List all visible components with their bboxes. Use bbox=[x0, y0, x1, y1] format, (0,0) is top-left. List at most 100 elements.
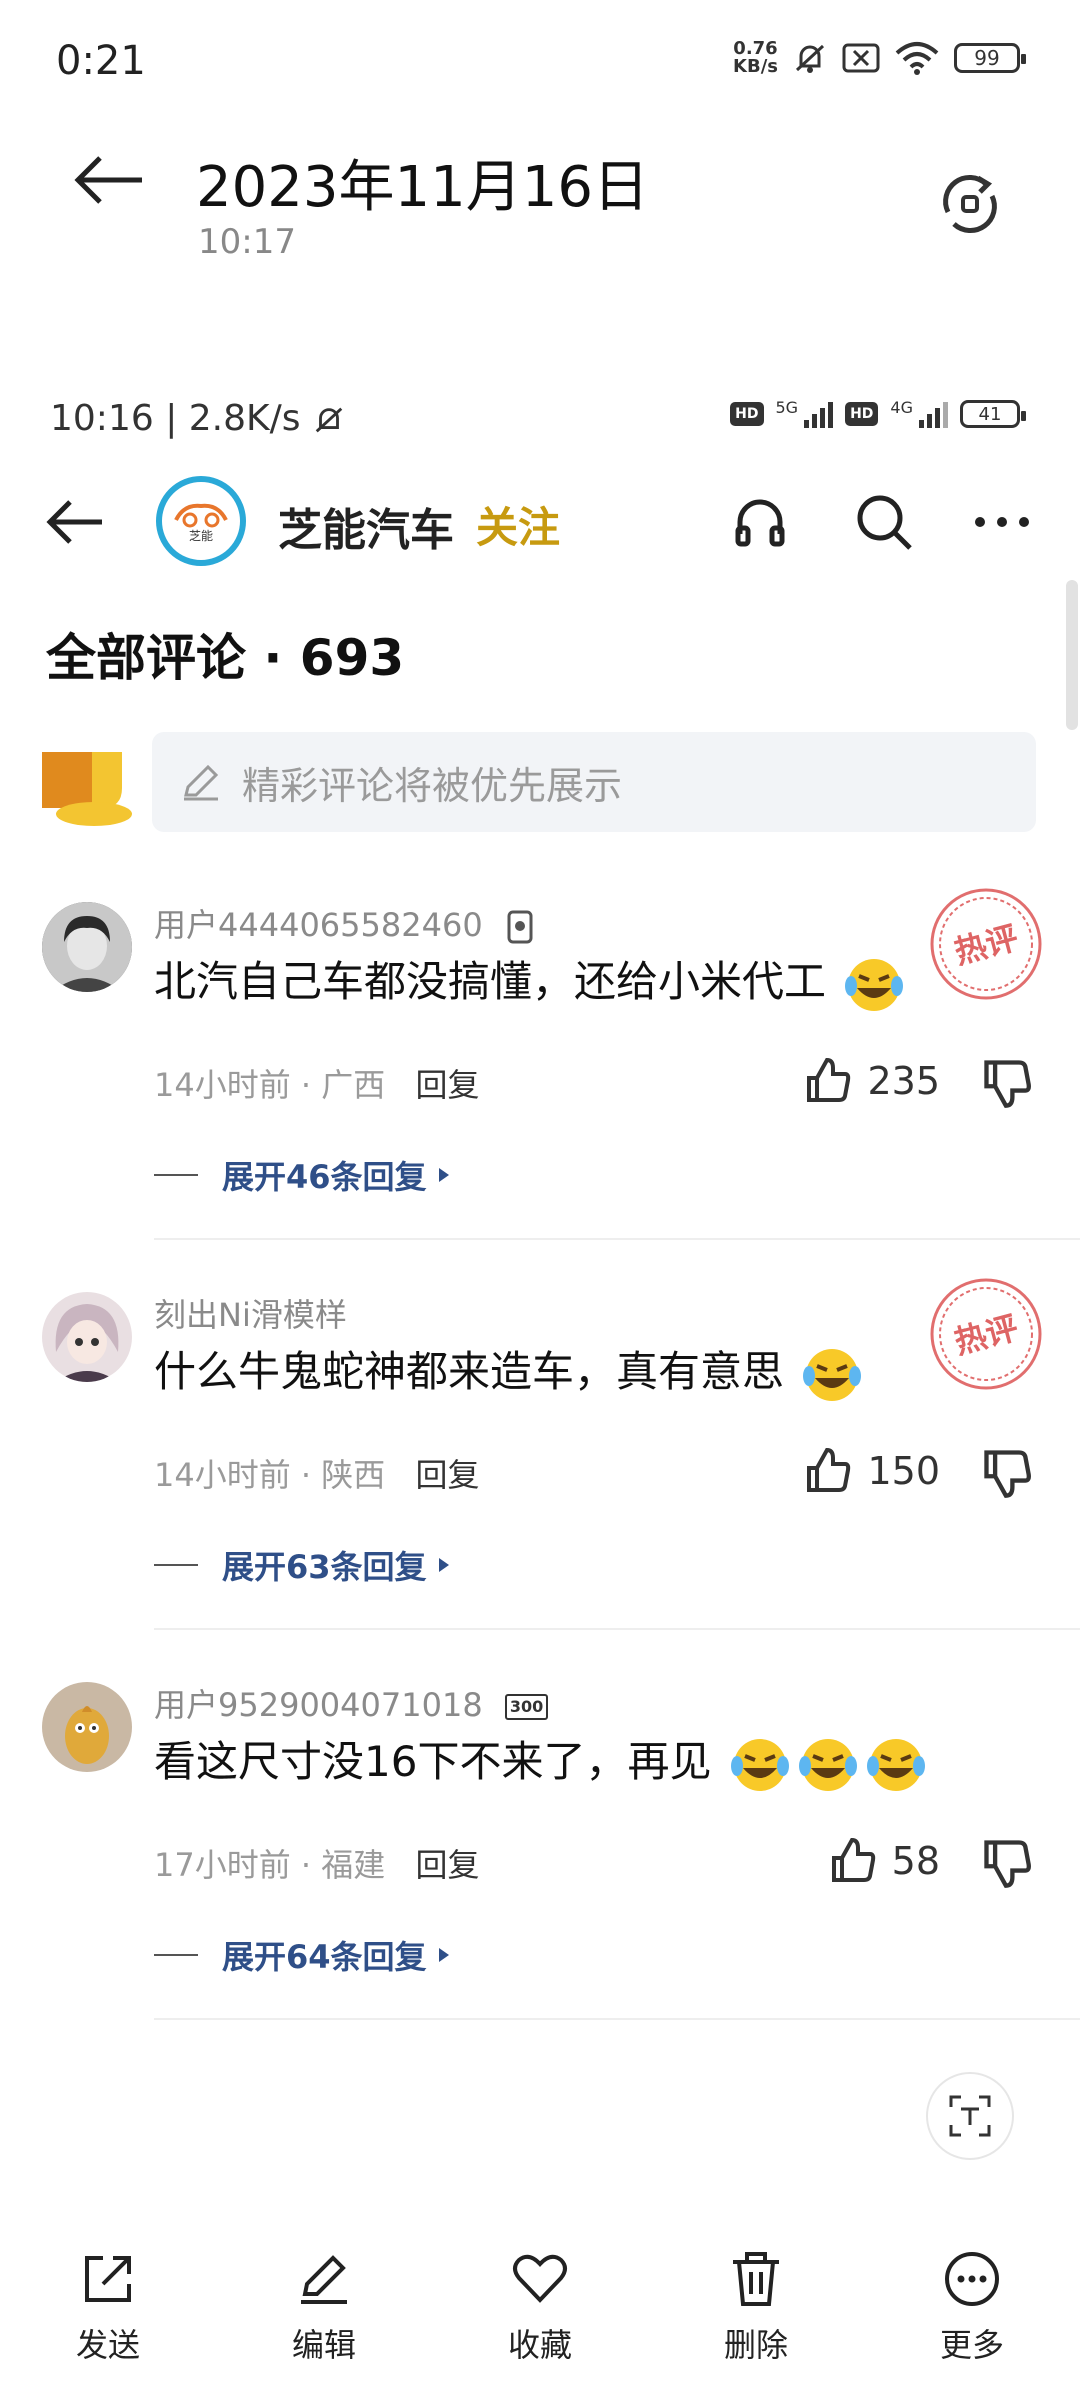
user-badge-300: 300 bbox=[504, 1694, 549, 1720]
inner-status-icons: HD 5G HD 4G 41 bbox=[730, 397, 1026, 428]
comment-text: 看这尺寸没16下不来了，再见 bbox=[154, 1728, 929, 1798]
expand-replies-link[interactable]: 展开64条回复 bbox=[154, 1932, 449, 1978]
account-logo[interactable]: 芝能 bbox=[156, 476, 246, 566]
text-recognition-button[interactable] bbox=[926, 2072, 1014, 2160]
comment-meta: 14小时前 · 陕西 回复 bbox=[154, 1456, 480, 1494]
heart-icon bbox=[513, 2254, 567, 2303]
username[interactable]: 用户9529004071018 300 bbox=[154, 1680, 549, 1726]
speed-unit: KB/s bbox=[733, 56, 778, 77]
follow-button[interactable]: 关注 bbox=[476, 494, 560, 555]
headphones-icon[interactable] bbox=[728, 490, 792, 554]
account-name[interactable]: 芝能汽车 bbox=[278, 494, 454, 558]
expand-label: 展开63条回复 bbox=[222, 1548, 427, 1586]
inner-status-time-speed: 10:16 | 2.8K/s bbox=[50, 398, 301, 439]
reply-button[interactable]: 回复 bbox=[415, 1066, 479, 1104]
username-text: 刻出Ni滑模样 bbox=[154, 1296, 347, 1334]
like-count: 150 bbox=[867, 1449, 940, 1493]
toolbar-label: 删除 bbox=[723, 2326, 788, 2364]
scan-text-icon bbox=[949, 2095, 991, 2137]
net-label-2: 4G bbox=[890, 397, 913, 417]
comment-location: 陕西 bbox=[321, 1456, 386, 1494]
laughing-tears-emoji-icon bbox=[730, 1738, 789, 1791]
signal-bars-icon bbox=[919, 400, 948, 428]
back-arrow-icon[interactable] bbox=[44, 492, 108, 552]
like-button[interactable]: 235 bbox=[803, 1056, 940, 1106]
battery-indicator: 41 bbox=[960, 400, 1026, 428]
comment-time: 14小时前 bbox=[154, 1066, 291, 1104]
bell-muted-icon bbox=[795, 44, 825, 73]
comment-body: 什么牛鬼蛇神都来造车，真有意思 bbox=[154, 1347, 785, 1396]
comment-time: 14小时前 bbox=[154, 1456, 291, 1494]
thumbs-up-icon bbox=[831, 1837, 875, 1882]
wifi-icon bbox=[895, 42, 939, 75]
favorite-button[interactable]: 收藏 bbox=[470, 2248, 610, 2366]
back-arrow-icon[interactable] bbox=[70, 150, 150, 210]
delete-button[interactable]: 删除 bbox=[686, 2248, 826, 2366]
laughing-tears-emoji-icon bbox=[798, 1738, 857, 1791]
more-dots-icon[interactable] bbox=[970, 490, 1034, 554]
reply-button[interactable]: 回复 bbox=[415, 1456, 479, 1494]
username[interactable]: 刻出Ni滑模样 bbox=[154, 1290, 347, 1336]
laughing-tears-emoji-icon bbox=[845, 958, 904, 1011]
expand-replies-link[interactable]: 展开46条回复 bbox=[154, 1152, 449, 1198]
user-avatar[interactable] bbox=[42, 902, 132, 992]
comment-time: 17小时前 bbox=[154, 1846, 291, 1884]
expand-dash bbox=[154, 1564, 198, 1566]
car-logo-icon: 芝能 bbox=[174, 503, 228, 543]
more-icon bbox=[945, 2252, 999, 2306]
avatar-photo bbox=[42, 1292, 132, 1382]
comment-input-placeholder: 精彩评论将被优先展示 bbox=[242, 763, 623, 808]
scrollbar-thumb[interactable] bbox=[1066, 580, 1078, 730]
share-button[interactable]: 发送 bbox=[38, 2248, 178, 2366]
username[interactable]: 用户4444065582460 bbox=[154, 900, 535, 946]
hot-label: 热评 bbox=[950, 1308, 1022, 1361]
comment-body: 北汽自己车都没搞懂，还给小米代工 bbox=[154, 957, 827, 1006]
comment-meta: 17小时前 · 福建 回复 bbox=[154, 1846, 480, 1884]
comment-text: 北汽自己车都没搞懂，还给小米代工 bbox=[154, 948, 907, 1018]
battery-level: 41 bbox=[978, 403, 1002, 425]
laughing-tears-emoji-icon bbox=[866, 1738, 925, 1791]
laughing-tears-emoji-icon bbox=[803, 1348, 862, 1401]
comment-location: 福建 bbox=[321, 1846, 386, 1884]
status-icons: 0.76 KB/s 99 bbox=[733, 40, 1026, 77]
logo-text: 芝能 bbox=[189, 528, 213, 543]
thumbs-down-icon[interactable] bbox=[980, 1056, 1034, 1110]
hd-badge: HD bbox=[845, 402, 879, 426]
expand-dash bbox=[154, 1954, 198, 1956]
comment-input[interactable]: 精彩评论将被优先展示 bbox=[152, 732, 1036, 832]
like-count: 235 bbox=[867, 1059, 940, 1103]
like-button[interactable]: 58 bbox=[828, 1836, 940, 1886]
user-avatar[interactable] bbox=[42, 1292, 132, 1382]
toolbar-label: 收藏 bbox=[507, 2326, 572, 2364]
hot-comment-stamp-icon: 热评 bbox=[930, 1278, 1042, 1390]
avatar-photo bbox=[42, 1682, 132, 1772]
expand-arrow-icon bbox=[438, 1948, 449, 1962]
sim-off-icon bbox=[842, 43, 880, 73]
username-text: 用户4444065582460 bbox=[154, 906, 483, 944]
expand-replies-link[interactable]: 展开63条回复 bbox=[154, 1542, 449, 1588]
hd-badge: HD bbox=[730, 402, 764, 426]
status-time: 0:21 bbox=[56, 38, 146, 84]
user-avatar[interactable] bbox=[42, 1682, 132, 1772]
thumbs-up-icon bbox=[807, 1447, 851, 1492]
reply-button[interactable]: 回复 bbox=[415, 1846, 479, 1884]
my-avatar bbox=[42, 752, 132, 826]
thumbs-down-icon[interactable] bbox=[980, 1836, 1034, 1890]
comment-divider bbox=[154, 1238, 1080, 1240]
user-badge-icon bbox=[507, 910, 533, 944]
search-icon[interactable] bbox=[852, 490, 916, 554]
comment-location: 广西 bbox=[321, 1066, 386, 1104]
battery-indicator: 99 bbox=[954, 43, 1026, 73]
like-button[interactable]: 150 bbox=[803, 1446, 940, 1496]
comment-meta: 14小时前 · 广西 回复 bbox=[154, 1066, 480, 1104]
comment-divider bbox=[154, 2018, 1080, 2020]
expand-label: 展开46条回复 bbox=[222, 1158, 427, 1196]
like-count: 58 bbox=[891, 1839, 940, 1883]
toolbar-label: 发送 bbox=[75, 2326, 140, 2364]
edit-button[interactable]: 编辑 bbox=[254, 2248, 394, 2366]
more-button[interactable]: 更多 bbox=[902, 2248, 1042, 2366]
rotate-icon[interactable] bbox=[934, 168, 1006, 240]
battery-level: 99 bbox=[974, 46, 1000, 70]
edit-icon bbox=[301, 2255, 347, 2304]
thumbs-down-icon[interactable] bbox=[980, 1446, 1034, 1500]
